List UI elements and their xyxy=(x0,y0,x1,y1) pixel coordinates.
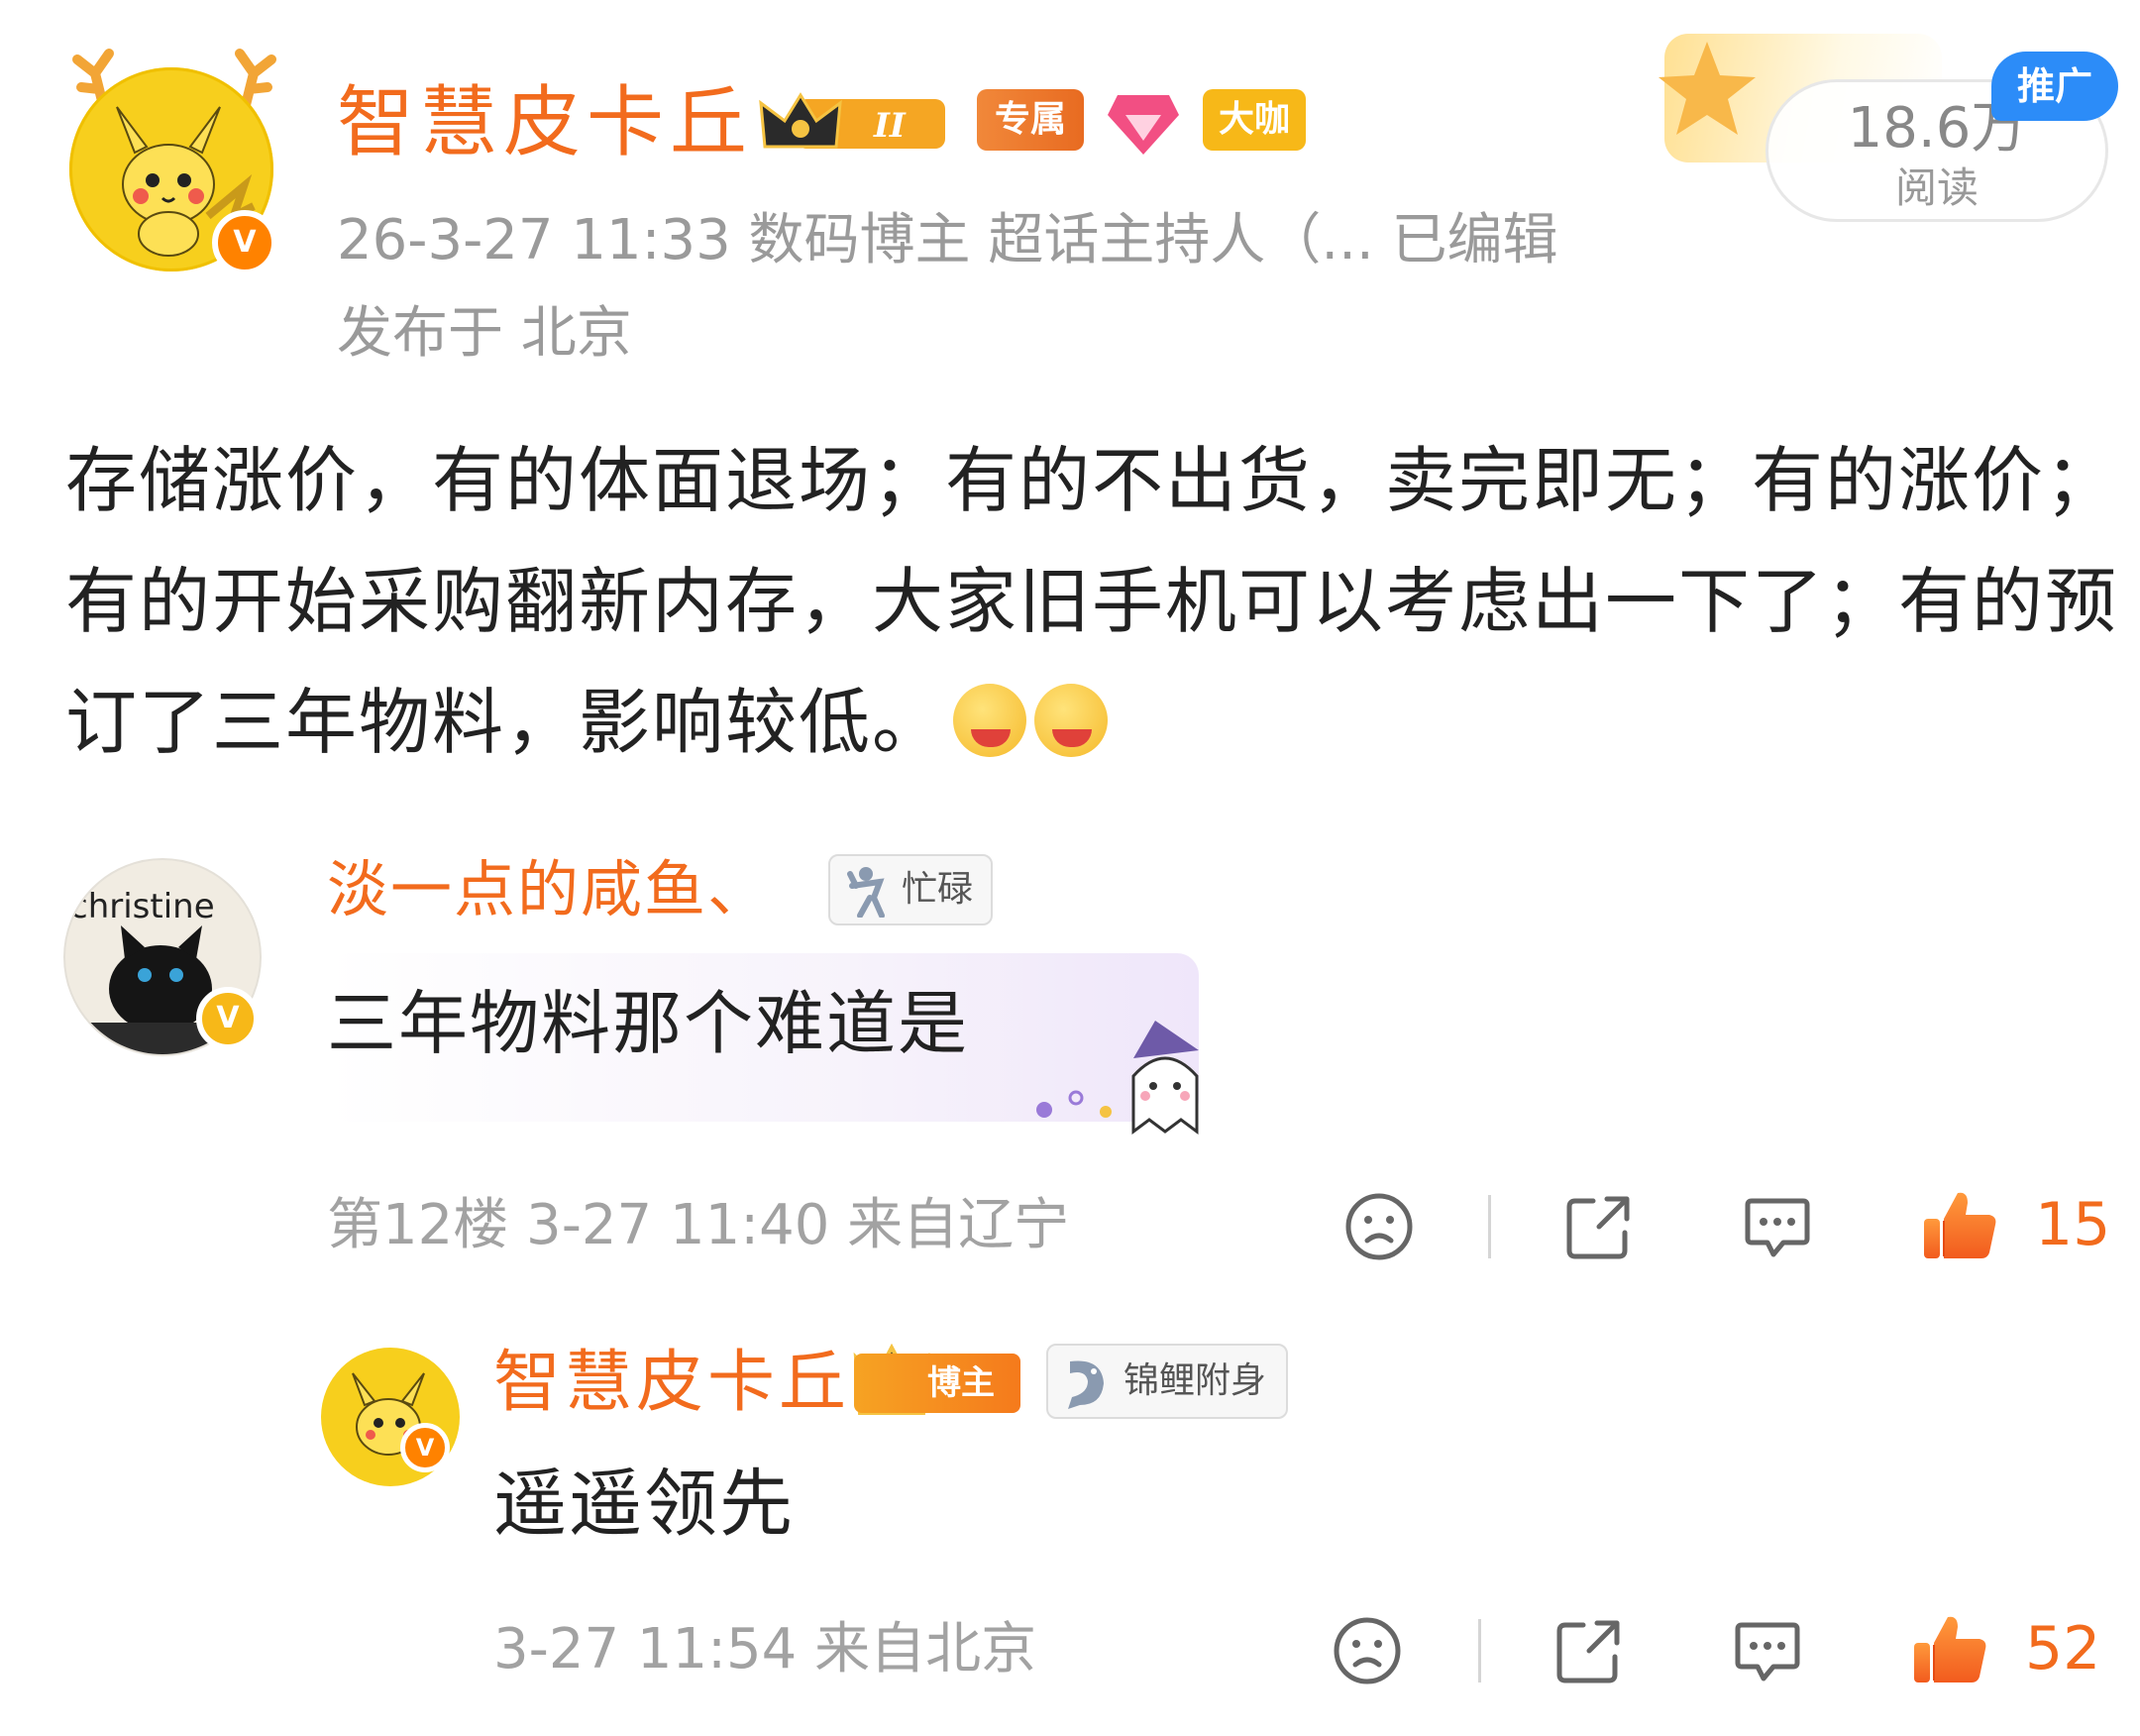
lucky-badge-label: 锦鲤附身 xyxy=(1124,1360,1267,1401)
koi-fish-icon xyxy=(1068,1360,1104,1409)
share-icon[interactable] xyxy=(1563,1191,1635,1262)
thumbs-up-icon[interactable] xyxy=(1920,1185,1999,1264)
diamond-badge-icon[interactable] xyxy=(1104,85,1183,161)
verified-badge-icon: V xyxy=(212,210,277,275)
author-name[interactable]: 智慧皮卡丘 xyxy=(337,75,753,170)
watermelon-emoji-icon xyxy=(953,684,1027,757)
reply-like-count: 52 xyxy=(2025,1614,2101,1683)
thumbs-up-icon[interactable] xyxy=(1910,1609,1989,1688)
frown-face-icon[interactable] xyxy=(1332,1615,1403,1686)
watermelon-emoji-icon xyxy=(1034,684,1109,757)
reply-footer: 3-27 11:54 来自北京 xyxy=(493,1617,1037,1682)
busy-figure-icon xyxy=(847,867,885,918)
comment-bubble-icon[interactable] xyxy=(1732,1615,1803,1686)
lucky-badge[interactable]: 锦鲤附身 xyxy=(1046,1344,1288,1419)
reply-author-name[interactable]: 智慧皮卡丘 xyxy=(493,1342,850,1425)
ghost-wizard-sticker-icon xyxy=(1036,1021,1199,1135)
frown-face-icon[interactable] xyxy=(1343,1191,1415,1262)
post-location: 发布于 北京 xyxy=(337,301,632,366)
exclusive-badge[interactable]: 专属 xyxy=(977,89,1084,151)
big-shot-badge[interactable]: 大咖 xyxy=(1203,89,1306,151)
commenter-verified-icon: V xyxy=(196,987,260,1050)
star-icon xyxy=(1658,42,1756,135)
status-badge[interactable]: 忙碌 xyxy=(828,854,993,925)
comment-footer: 第12楼 3-27 11:40 来自辽宁 xyxy=(327,1193,1070,1257)
author-avatar[interactable]: V xyxy=(65,44,283,275)
action-divider xyxy=(1478,1619,1481,1682)
comment-like-count: 15 xyxy=(2035,1190,2111,1259)
post-body: 存储涨价，有的体面退场；有的不出货，卖完即无；有的涨价；有的开始采购翻新内存，大… xyxy=(65,420,2120,783)
read-label: 阅读 xyxy=(1894,163,1979,212)
crown-level-badge[interactable]: II xyxy=(757,89,955,159)
comment-text[interactable]: 三年物料那个难道是 xyxy=(327,979,969,1068)
promo-tag[interactable]: 推广 xyxy=(1991,52,2118,121)
status-badge-label: 忙碌 xyxy=(902,869,974,910)
action-divider xyxy=(1488,1195,1491,1258)
post-meta-time-tags: 26-3-27 11:33 数码博主 超话主持人（... 已编辑 xyxy=(337,208,1558,272)
role-badge[interactable]: 博主 xyxy=(854,1354,1020,1413)
avatar-text: christine xyxy=(69,887,215,926)
commenter-name[interactable]: 淡一点的咸鱼、 xyxy=(327,850,771,929)
comment-bubble-icon[interactable] xyxy=(1742,1191,1813,1262)
reply-verified-icon: V xyxy=(400,1423,450,1472)
reply-text[interactable]: 遥遥领先 xyxy=(493,1459,795,1550)
share-icon[interactable] xyxy=(1553,1615,1625,1686)
level-text: II xyxy=(873,106,907,146)
weibo-comment-page: V 智慧皮卡丘 II 专属 大咖 26-3-27 11:33 数码博主 超话主持… xyxy=(0,0,2140,1736)
